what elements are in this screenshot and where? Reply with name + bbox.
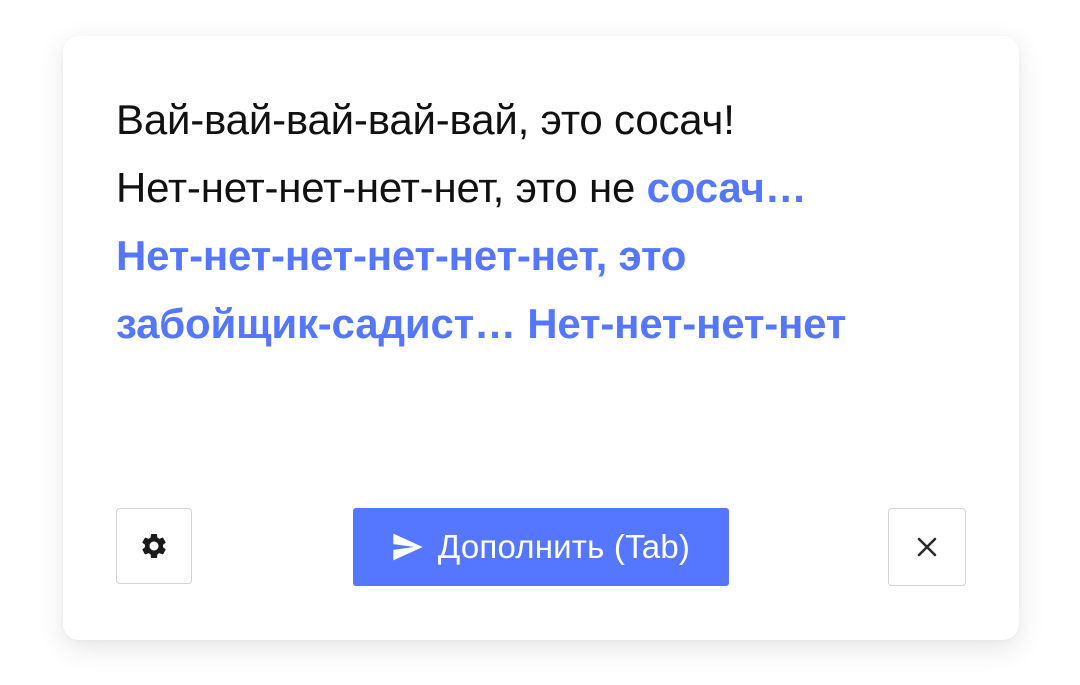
suggestion-line-3: Нет-нет-нет-нет-нет-нет, это bbox=[116, 232, 687, 279]
suggestion-text: сосач… bbox=[646, 164, 807, 211]
completion-popup: Вай-вай-вай-вай-вай, это сосач! Нет-нет-… bbox=[63, 36, 1019, 640]
typed-line-2: Нет-нет-нет-нет-нет, это не сосач… bbox=[116, 154, 976, 222]
close-icon bbox=[916, 536, 938, 558]
close-button[interactable] bbox=[888, 508, 966, 586]
send-icon bbox=[392, 533, 424, 561]
typed-text: Нет-нет-нет-нет-нет, это не bbox=[116, 164, 647, 211]
suggestion-line-4: забойщик-садист… Нет-нет-нет-нет bbox=[116, 300, 847, 347]
typed-line-1: Вай-вай-вай-вай-вай, это сосач! bbox=[116, 96, 735, 143]
completion-text: Вай-вай-вай-вай-вай, это сосач! Нет-нет-… bbox=[116, 86, 976, 358]
complete-button-label: Дополнить (Tab) bbox=[437, 528, 691, 565]
settings-button[interactable] bbox=[116, 508, 192, 584]
complete-button[interactable]: Дополнить (Tab) bbox=[353, 508, 729, 586]
gear-icon bbox=[139, 531, 169, 561]
